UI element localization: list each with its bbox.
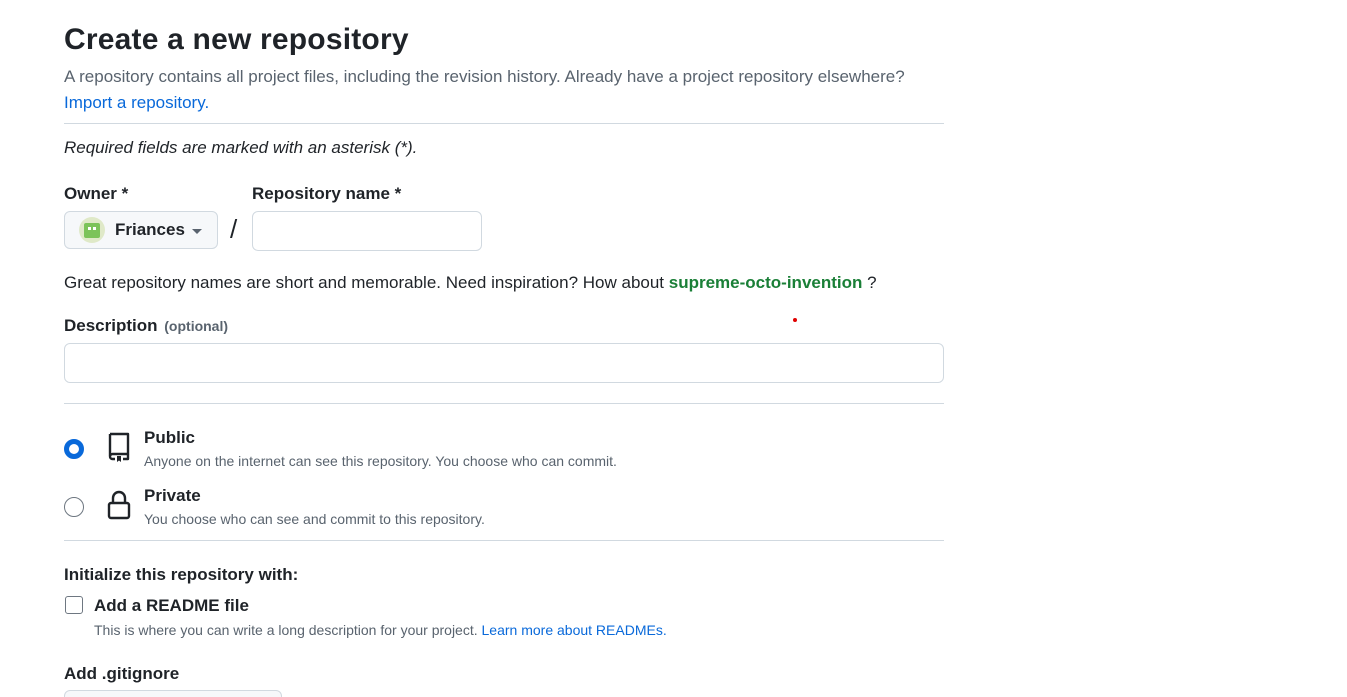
visibility-option-public[interactable]: Public Anyone on the internet can see th… xyxy=(64,427,944,477)
private-description: You choose who can see and commit to thi… xyxy=(144,511,485,527)
readme-label[interactable]: Add a README file xyxy=(94,595,249,617)
visibility-option-private[interactable]: Private You choose who can see and commi… xyxy=(64,485,944,535)
owner-avatar xyxy=(79,217,105,243)
public-description: Anyone on the internet can see this repo… xyxy=(144,453,617,469)
optional-tag: (optional) xyxy=(164,318,229,334)
description-label-text: Description xyxy=(64,316,158,335)
name-suggestion: Great repository names are short and mem… xyxy=(64,272,877,294)
gitignore-dropdown[interactable] xyxy=(64,690,282,697)
suggestion-prefix: Great repository names are short and mem… xyxy=(64,273,665,292)
public-radio[interactable] xyxy=(64,439,84,459)
repository-name-input[interactable] xyxy=(252,211,482,251)
chevron-down-icon xyxy=(192,229,202,234)
private-radio[interactable] xyxy=(64,497,84,517)
subtitle-text: A repository contains all project files,… xyxy=(64,67,905,86)
page-title: Create a new repository xyxy=(64,23,409,56)
readme-description-text: This is where you can write a long descr… xyxy=(94,622,478,638)
page-subtitle: A repository contains all project files,… xyxy=(64,64,944,116)
private-title: Private xyxy=(144,486,201,505)
learn-more-readmes-link[interactable]: Learn more about READMEs. xyxy=(482,622,667,638)
avatar-eye-left xyxy=(88,227,91,230)
create-repository-page: Create a new repository A repository con… xyxy=(0,0,1347,697)
description-label: Description (optional) xyxy=(64,315,228,337)
suggestion-suffix: ? xyxy=(867,273,877,292)
owner-label: Owner * xyxy=(64,184,129,203)
repo-icon xyxy=(108,432,130,462)
cursor-marker xyxy=(793,318,797,322)
divider xyxy=(64,403,944,404)
description-input[interactable] xyxy=(64,343,944,383)
required-fields-note: Required fields are marked with an aster… xyxy=(64,138,418,157)
avatar-eye-right xyxy=(93,227,96,230)
divider xyxy=(64,540,944,541)
repository-name-label: Repository name * xyxy=(252,184,402,203)
public-title: Public xyxy=(144,428,196,447)
readme-description: This is where you can write a long descr… xyxy=(94,620,667,640)
import-repository-link[interactable]: Import a repository. xyxy=(64,93,209,112)
avatar-face-icon xyxy=(84,223,100,238)
lock-icon xyxy=(107,490,131,520)
readme-checkbox[interactable] xyxy=(65,596,83,614)
owner-name: Friances xyxy=(115,220,185,239)
suggested-repo-name[interactable]: supreme-octo-invention xyxy=(669,273,863,292)
divider xyxy=(64,123,944,124)
gitignore-label: Add .gitignore xyxy=(64,664,180,683)
owner-repo-separator: / xyxy=(230,214,238,244)
initialize-title: Initialize this repository with: xyxy=(64,565,299,584)
owner-dropdown-button[interactable]: Friances xyxy=(64,211,218,249)
